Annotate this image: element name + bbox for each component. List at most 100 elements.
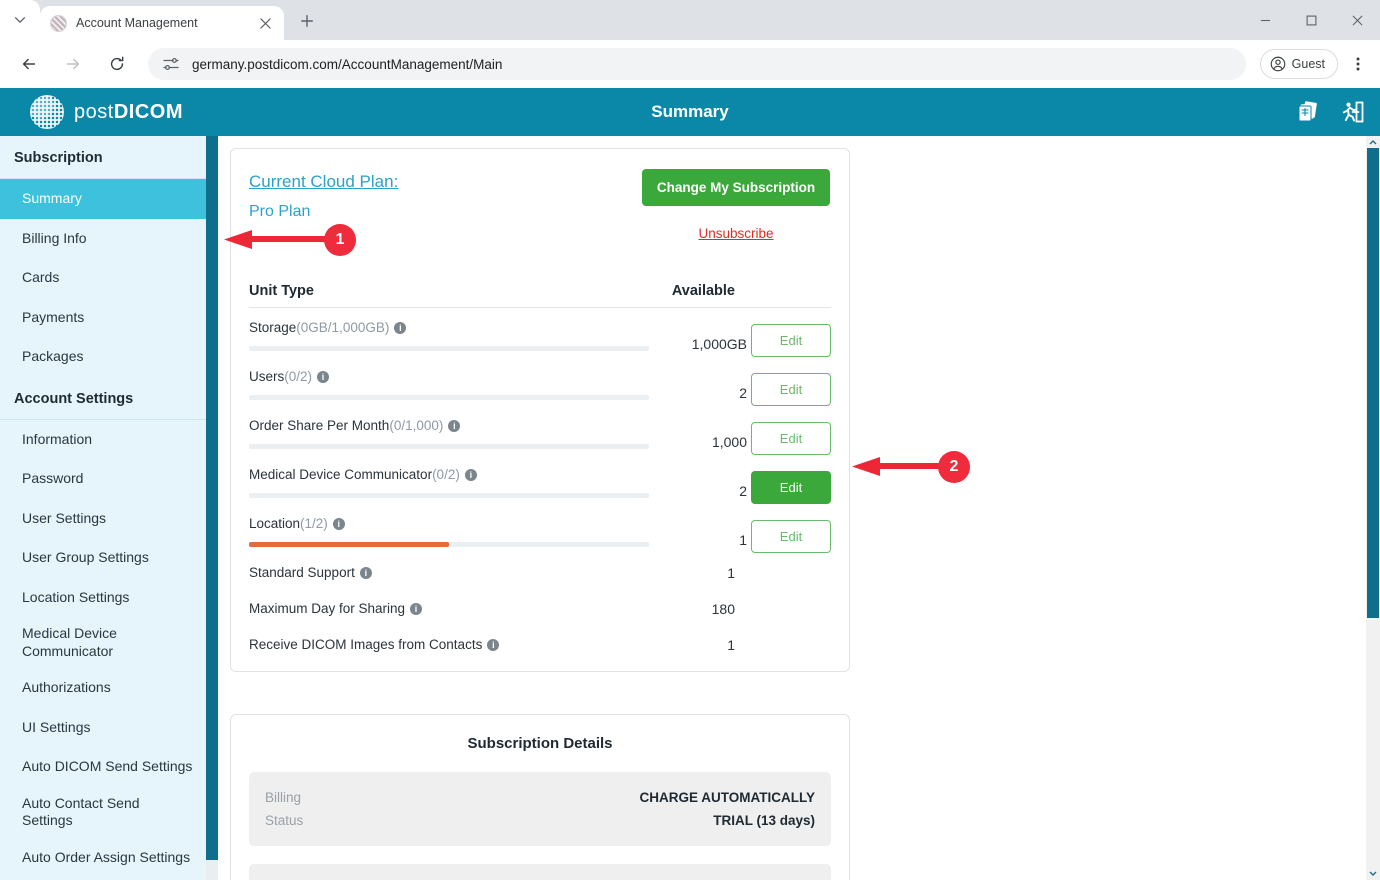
info-icon[interactable]: i (448, 420, 461, 432)
sidebar-section-account-settings: Account Settings (0, 377, 218, 420)
window-maximize-button[interactable] (1288, 0, 1334, 40)
row-available-receive-dicom-images-from-contacts: 1 (727, 637, 735, 653)
exit-door-glyph (1342, 101, 1364, 123)
sidebar-item-location-settings[interactable]: Location Settings (0, 578, 218, 618)
sidebar-scrollbar[interactable] (206, 136, 218, 880)
sidebar-scrollbar-thumb[interactable] (206, 136, 218, 860)
sidebar-item-medical-device-communicator[interactable]: Medical Device Communicator (0, 617, 150, 668)
sidebar-section-subscription: Subscription (0, 136, 218, 179)
sidebar-item-billing-info[interactable]: Billing Info (0, 219, 218, 259)
chevron-down-icon (14, 17, 26, 23)
unsubscribe-link[interactable]: Unsubscribe (698, 226, 773, 241)
unit-usage: (0GB/1,000GB) (296, 320, 390, 335)
site-settings-icon[interactable] (162, 55, 180, 73)
account-circle-icon (1270, 56, 1285, 72)
row-action-users: Edit (751, 369, 831, 406)
sidebar-item-packages[interactable]: Packages (0, 337, 218, 377)
info-icon[interactable]: i (317, 371, 330, 383)
minimize-icon (1260, 19, 1270, 21)
chevron-up-icon (1369, 140, 1377, 145)
plus-icon (301, 15, 313, 27)
edit-button-users[interactable]: Edit (751, 373, 831, 406)
sidebar-item-password[interactable]: Password (0, 459, 218, 499)
sidebar-item-cards[interactable]: Cards (0, 258, 218, 298)
unit-usage: (0/2) (432, 467, 460, 482)
tab-strip: Account Management (0, 0, 1380, 40)
edit-button-location[interactable]: Edit (751, 520, 831, 553)
current-cloud-plan-label[interactable]: Current Cloud Plan: (249, 169, 641, 195)
info-icon[interactable]: i (464, 469, 477, 481)
window-minimize-button[interactable] (1242, 0, 1288, 40)
tab-search-dropdown-button[interactable] (0, 0, 40, 40)
detail-key-status: Status (265, 813, 304, 828)
detail-key-billing: Billing (265, 790, 302, 805)
info-icon[interactable]: i (410, 603, 423, 615)
profile-guest-button[interactable]: Guest (1259, 49, 1338, 79)
sidebar-item-authorizations[interactable]: Authorizations (0, 668, 218, 708)
scroll-up-arrow-icon[interactable] (1366, 136, 1380, 148)
sidebar-item-ui-settings[interactable]: UI Settings (0, 708, 218, 748)
sidebar-item-auto-order-assign-settings[interactable]: Auto Order Assign Settings (0, 838, 218, 878)
info-icon[interactable]: i (487, 639, 500, 651)
browser-tab[interactable]: Account Management (40, 6, 284, 40)
info-icon[interactable]: i (359, 567, 372, 579)
row-receive-dicom-images-from-contacts: Receive DICOM Images from Contacts i (249, 637, 619, 652)
browser-menu-button[interactable] (1344, 48, 1372, 80)
sidebar-item-summary[interactable]: Summary (0, 179, 218, 219)
logo-text-dicom: DICOM (113, 100, 183, 123)
sidebar-item-auto-dicom-send-settings[interactable]: Auto DICOM Send Settings (0, 747, 218, 787)
reload-button[interactable] (101, 48, 133, 80)
new-tab-button[interactable] (290, 4, 324, 38)
sidebar-item-user-settings[interactable]: User Settings (0, 499, 218, 539)
plan-name[interactable]: Pro Plan (249, 203, 641, 221)
content-scrollbar[interactable] (1366, 136, 1380, 880)
unit-name: Standard Support (249, 565, 355, 580)
close-icon (1352, 15, 1362, 25)
usage-bar (249, 493, 649, 498)
row-order-share-per-month: Order Share Per Month(0/1,000) i (249, 418, 663, 449)
logout-icon[interactable] (1338, 98, 1366, 126)
arrow-right-icon (66, 58, 80, 70)
sidebar-item-auto-contact-send-settings[interactable]: Auto Contact Send Settings (0, 787, 140, 838)
window-close-button[interactable] (1334, 0, 1380, 40)
edit-button-medical-device-communicator[interactable]: Edit (751, 471, 831, 504)
unit-usage: (0/1,000) (389, 418, 444, 433)
table-row: Standard Support i 1 (249, 553, 831, 581)
row-available-users: 2 (739, 385, 747, 401)
invoices-icon[interactable] (1294, 98, 1322, 126)
info-icon[interactable]: i (394, 322, 407, 334)
content-scrollbar-thumb[interactable] (1367, 148, 1379, 618)
unit-name: Medical Device Communicator (249, 467, 433, 482)
row-label-location: Location(1/2) i (249, 516, 649, 531)
tab-close-button[interactable] (256, 14, 274, 32)
unit-name: Users (249, 369, 285, 384)
sidebar-item-information[interactable]: Information (0, 420, 218, 460)
back-button[interactable] (13, 48, 45, 80)
sidebar-item-payments[interactable]: Payments (0, 298, 218, 338)
row-action-medical-device-communicator: Edit (751, 467, 831, 504)
info-icon[interactable]: i (332, 518, 345, 530)
scroll-down-arrow-icon[interactable] (1367, 868, 1379, 880)
logo-text: postDICOM (74, 101, 183, 124)
browser-window: Account Management germany.postdicom.com… (0, 0, 1380, 880)
row-label-medical-device-communicator: Medical Device Communicator(0/2) i (249, 467, 649, 482)
forward-button[interactable] (57, 48, 89, 80)
detail-value-status: TRIAL (13 days) (713, 813, 815, 828)
detail-row-billing: Billing CHARGE AUTOMATICALLY (265, 786, 815, 809)
current-plan-card: Current Cloud Plan: Pro Plan Change My S… (230, 148, 850, 672)
row-action-location: Edit (751, 516, 831, 553)
window-controls (1242, 0, 1380, 40)
sidebar-item-user-group-settings[interactable]: User Group Settings (0, 538, 218, 578)
row-label-maximum-day-for-sharing: Maximum Day for Sharing i (249, 601, 605, 616)
row-available-order-share-per-month: 1,000 (711, 434, 747, 450)
chevron-down-icon (1369, 871, 1377, 876)
table-row: Location(1/2) i 1 Edit (249, 504, 831, 553)
postdicom-logo[interactable]: postDICOM (30, 95, 183, 129)
change-subscription-button[interactable]: Change My Subscription (642, 169, 830, 206)
edit-button-storage[interactable]: Edit (751, 324, 831, 357)
arrow-left-icon (22, 58, 36, 70)
address-bar[interactable]: germany.postdicom.com/AccountManagement/… (148, 48, 1246, 80)
row-label-standard-support: Standard Support i (249, 565, 605, 580)
edit-button-order-share-per-month[interactable]: Edit (751, 422, 831, 455)
close-icon (259, 17, 271, 29)
